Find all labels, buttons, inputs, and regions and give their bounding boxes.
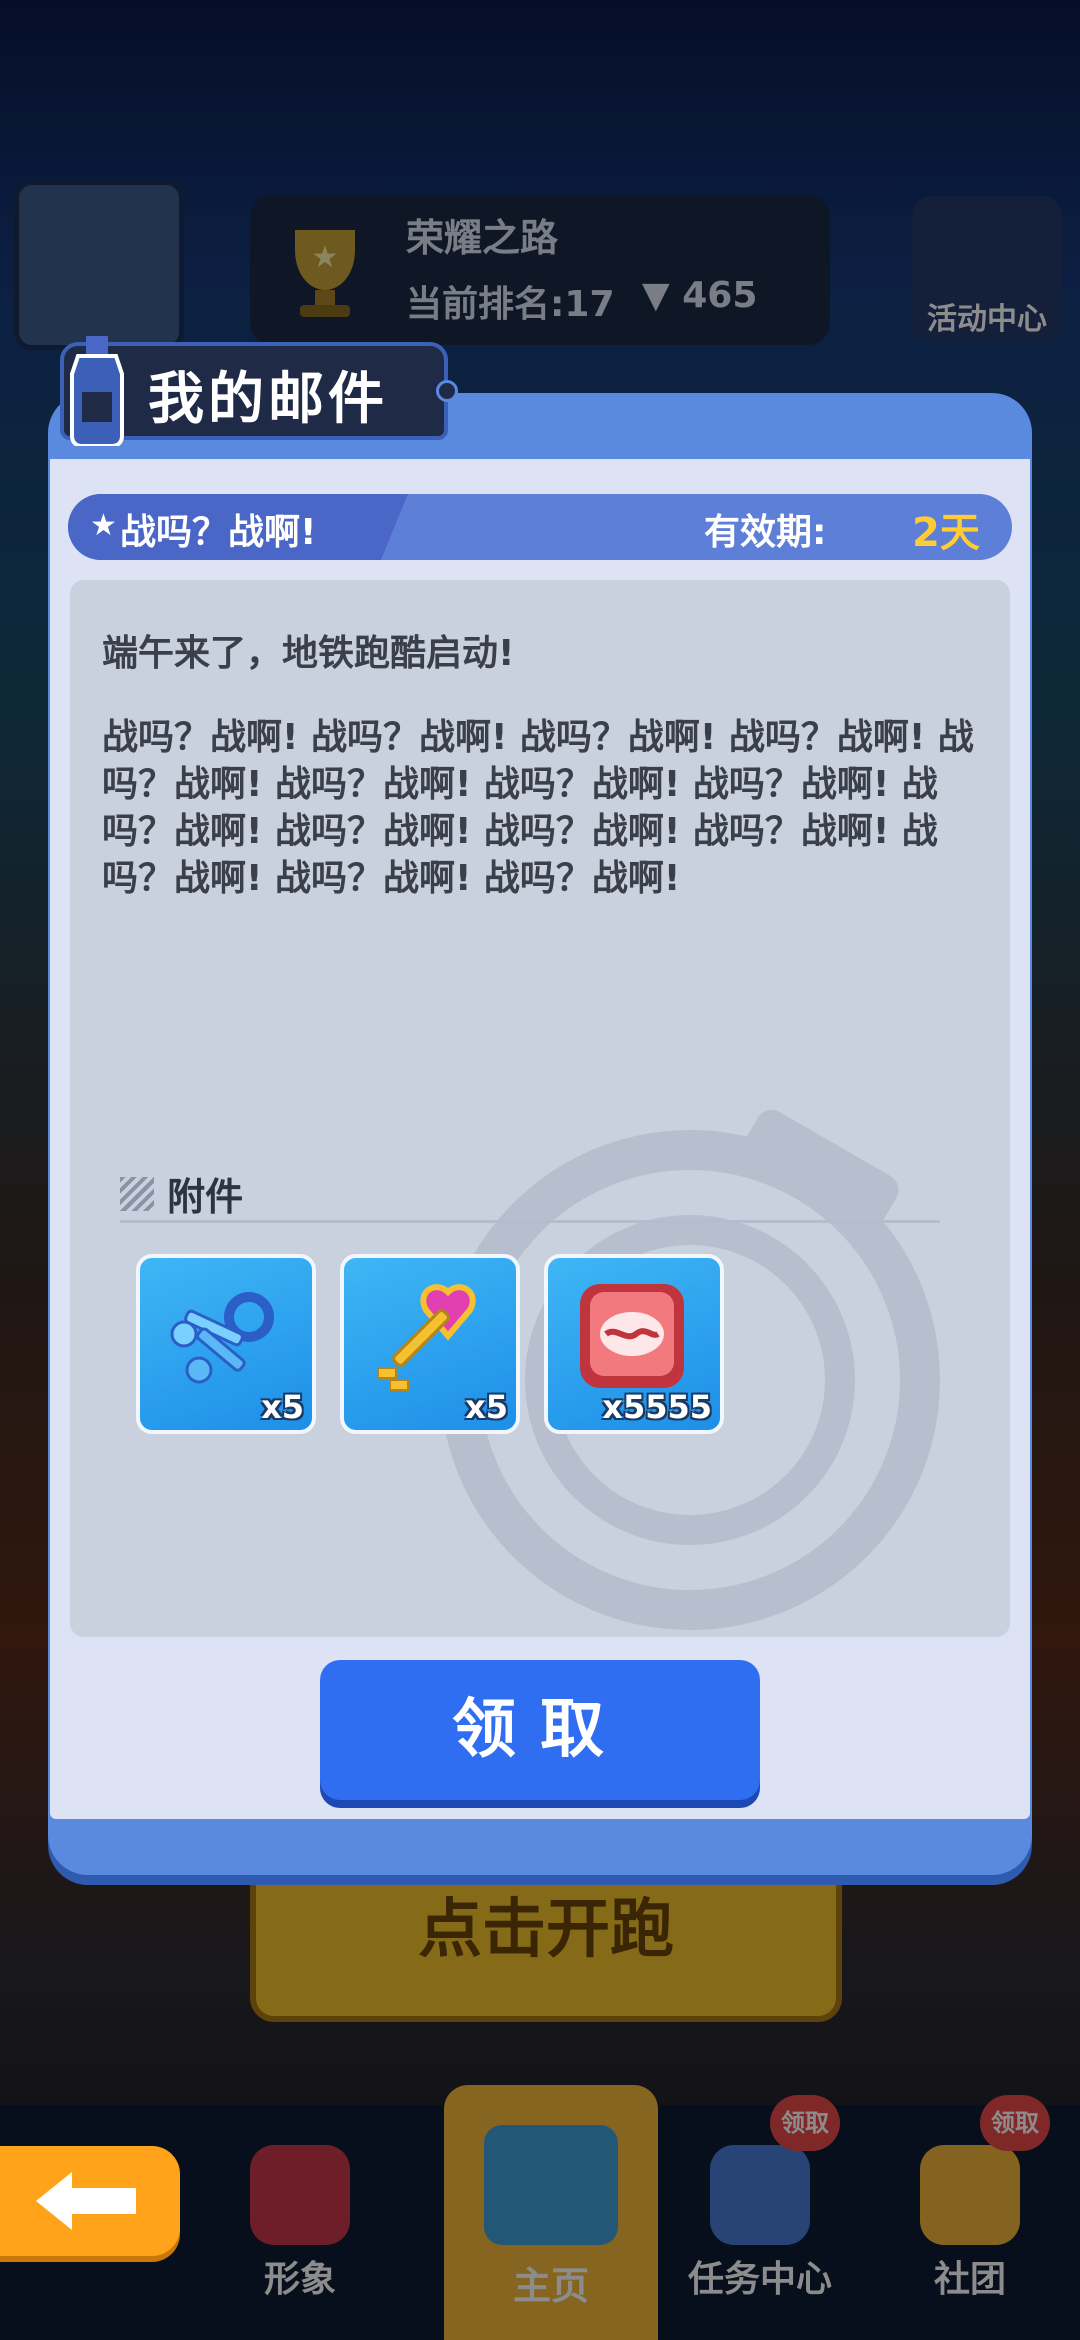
expiry-value: 2天 [912,510,980,556]
attachment-qty: x5 [465,1388,508,1426]
attachment-item[interactable]: x5 [340,1254,520,1434]
tab-dot [436,380,458,402]
attachment-item[interactable]: x5555 [544,1254,724,1434]
mail-body-heading: 端午来了，地铁跑酷启动! [102,633,515,674]
mail-subject-bar: ★ 战吗？战啊! 有效期: 2天 [68,494,1012,560]
attachments-label: 附件 [167,1175,244,1219]
attachment-item[interactable]: x5 [136,1254,316,1434]
claim-button[interactable]: 领取 [320,1660,760,1800]
attachments-header: 附件 [120,1166,243,1221]
expiry-label: 有效期: [704,512,827,553]
star-icon: ★ [90,508,117,543]
mail-body-text: 战吗？战啊! 战吗？战啊! 战吗？战啊! 战吗？战啊! 战吗？战啊! 战吗？战啊… [102,717,974,899]
attachment-qty: x5555 [602,1388,712,1426]
bottle-icon [70,336,124,446]
attachment-qty: x5 [261,1388,304,1426]
mail-title: 我的邮件 [148,367,388,432]
mail-subject: 战吗？战啊! [120,512,317,553]
mail-content[interactable]: 端午来了，地铁跑酷启动! 战吗？战啊! 战吗？战啊! 战吗？战啊! 战吗？战啊!… [70,580,1010,1637]
divider [120,1220,940,1223]
attachment-icon [120,1176,154,1211]
mail-title-tab: 我的邮件 [60,336,458,446]
back-button[interactable] [0,2146,180,2256]
back-arrow-icon [36,2172,136,2230]
